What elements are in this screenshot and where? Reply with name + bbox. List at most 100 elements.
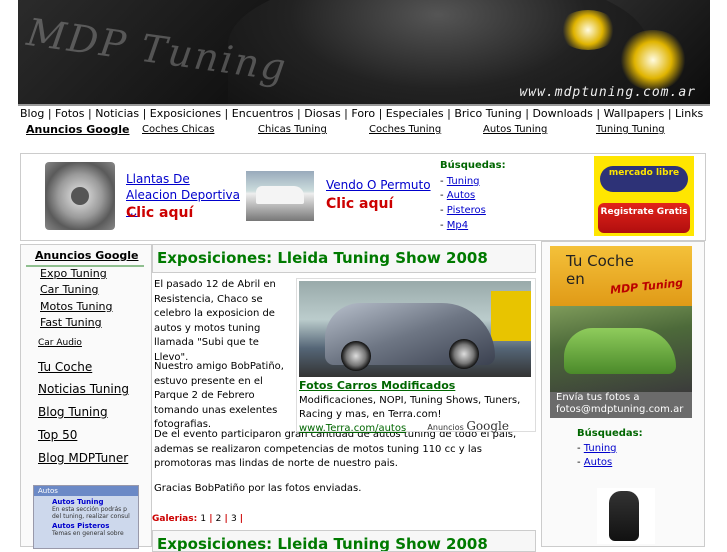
banner-text: Tu Coche: [566, 252, 634, 270]
ad-cta-1[interactable]: Clic aquí: [126, 205, 193, 221]
tu-coche-banner[interactable]: Tu Coche en MDP Tuning Envía tus fotos a…: [550, 246, 692, 418]
busqueda-item: - Autos: [577, 457, 613, 468]
nav-foro[interactable]: Foro: [351, 107, 375, 120]
busqueda-item: - Autos: [440, 190, 476, 201]
header-banner: MDP Tuning www.mdptuning.com.ar: [18, 0, 710, 106]
sidebar-ad-link[interactable]: Car Tuning: [40, 283, 98, 296]
sidebar-link[interactable]: Top 50: [38, 428, 77, 442]
gallery-pagination: Galerias: 1 | 2 | 3 |: [152, 514, 244, 524]
tuned-car-photo[interactable]: [299, 281, 531, 377]
busqueda-link[interactable]: Autos: [447, 190, 475, 201]
anuncios-google-badge[interactable]: Anuncios Google: [427, 419, 509, 433]
nav-separator: |: [44, 107, 56, 120]
wheel: [341, 341, 371, 371]
nav-links[interactable]: Links: [675, 107, 703, 120]
send-photos-text: Envía tus fotos a fotos@mdptuning.com.ar: [550, 392, 692, 418]
nav-separator: |: [664, 107, 676, 120]
busqueda-item: - Pisteros: [440, 205, 486, 216]
car-seat-image[interactable]: [597, 488, 655, 544]
nav-downloads[interactable]: Downloads: [532, 107, 592, 120]
ad-cta-2[interactable]: Clic aquí: [326, 196, 393, 212]
busqueda-link[interactable]: Tuning: [584, 443, 617, 454]
subnav-link[interactable]: Coches Tuning: [369, 124, 441, 135]
anuncios-google-label[interactable]: Anuncios Google: [26, 123, 129, 136]
sidebar-link[interactable]: Car Audio: [38, 338, 82, 348]
busqueda-link[interactable]: Autos: [584, 457, 612, 468]
article-title[interactable]: Exposiciones: Lleida Tuning Show 2008: [157, 249, 488, 267]
article-title-box: Exposiciones: Lleida Tuning Show 2008: [152, 244, 536, 273]
ad-strip: Llantas De Aleacion Deportiva ... Clic a…: [20, 153, 706, 241]
busqueda-link[interactable]: Mp4: [447, 220, 468, 231]
sidebar-link[interactable]: Tu Coche: [38, 360, 92, 374]
nav-blog[interactable]: Blog: [20, 107, 44, 120]
nav-separator: |: [521, 107, 533, 120]
nav-separator: |: [375, 107, 386, 120]
nav-separator: |: [293, 107, 305, 120]
sidebar-link[interactable]: Blog MDPTuner: [38, 451, 128, 465]
car-ad-image[interactable]: [246, 171, 314, 221]
headlight: [618, 30, 688, 90]
nav-separator: |: [443, 107, 455, 120]
banner-text: en: [566, 270, 585, 288]
subnav-link[interactable]: Tuning Tuning: [596, 124, 665, 135]
busqueda-link[interactable]: Pisteros: [447, 205, 486, 216]
subnav-link[interactable]: Autos Tuning: [483, 124, 547, 135]
nav-separator: |: [221, 107, 232, 120]
sidebar-ad-link[interactable]: Expo Tuning: [40, 267, 107, 280]
article-title-box: Exposiciones: Lleida Tuning Show 2008: [152, 530, 536, 552]
subnav-link[interactable]: Chicas Tuning: [258, 124, 327, 135]
thumb-header: Autos: [34, 486, 138, 496]
nav-noticias[interactable]: Noticias: [95, 107, 139, 120]
registrate-button[interactable]: Registrate Gratis: [598, 203, 690, 233]
wheel: [449, 339, 479, 369]
mercadolibre-logo: mercado libre: [600, 166, 688, 192]
forum-thumbnail[interactable]: Autos Autos Tuning En esta sección podrá…: [33, 485, 139, 549]
busqueda-item: - Tuning: [577, 443, 617, 454]
nav-separator: |: [340, 107, 352, 120]
sidebar-ad-link[interactable]: Motos Tuning: [40, 300, 113, 313]
photo-ad[interactable]: Fotos Carros Modificados Modificaciones,…: [296, 278, 536, 434]
mercadolibre-ad[interactable]: mercado libre Registrate Gratis: [594, 156, 694, 236]
green-car-image: [550, 306, 692, 392]
thumb-title: Autos Pisteros: [52, 522, 110, 530]
nav-diosas[interactable]: Diosas: [304, 107, 340, 120]
nav-fotos[interactable]: Fotos: [55, 107, 84, 120]
article-paragraph: Gracias BobPatiño por las fotos enviadas…: [154, 483, 362, 494]
sidebar-link[interactable]: Noticias Tuning: [38, 382, 129, 396]
article-paragraph: El pasado 12 de Abril en Resistencia, Ch…: [154, 279, 276, 363]
gallery-page-link[interactable]: 3: [231, 514, 237, 524]
left-sidebar: Anuncios Google Expo Tuning Car Tuning M…: [20, 244, 152, 549]
thumb-text: En esta sección podrás p del tuning, rea…: [52, 506, 130, 520]
anuncios-google-label[interactable]: Anuncios Google: [35, 249, 138, 262]
alloy-wheel-image[interactable]: [45, 162, 115, 230]
sub-navigation: Anuncios Google Coches Chicas Chicas Tun…: [20, 122, 710, 140]
ad-title-vendo[interactable]: Vendo O Permuto: [326, 178, 431, 192]
site-url: www.mdptuning.com.ar: [519, 85, 696, 100]
nav-exposiciones[interactable]: Exposiciones: [150, 107, 221, 120]
gallery-page-link[interactable]: 2: [216, 514, 222, 524]
subnav-link[interactable]: Coches Chicas: [142, 124, 214, 135]
thumb-text: Temas en general sobre: [52, 530, 124, 537]
sidebar-link[interactable]: Blog Tuning: [38, 405, 108, 419]
busquedas-title: Búsquedas:: [440, 160, 506, 171]
nav-wallpapers[interactable]: Wallpapers: [604, 107, 665, 120]
busqueda-item: - Mp4: [440, 220, 469, 231]
article-paragraph: Nuestro amigo BobPatiño, estuvo presente…: [154, 361, 284, 430]
photo-ad-caption[interactable]: Fotos Carros Modificados: [299, 379, 455, 392]
photo-ad-url[interactable]: www.Terra.com/autos: [299, 423, 406, 434]
nav-encuentros[interactable]: Encuentros: [232, 107, 294, 120]
busqueda-link[interactable]: Tuning: [447, 176, 480, 187]
nav-brico-tuning[interactable]: Brico Tuning: [454, 107, 521, 120]
nav-separator: |: [139, 107, 150, 120]
gallery-page-link[interactable]: 1: [200, 514, 206, 524]
nav-separator: |: [84, 107, 96, 120]
article-title[interactable]: Exposiciones: Lleida Tuning Show 2008: [157, 535, 488, 551]
background-car: [491, 291, 531, 341]
headlight: [558, 10, 618, 50]
busqueda-item: - Tuning: [440, 176, 480, 187]
thumb-title: Autos Tuning: [52, 498, 104, 506]
nav-especiales[interactable]: Especiales: [386, 107, 444, 120]
nav-separator: |: [592, 107, 604, 120]
sidebar-ad-link[interactable]: Fast Tuning: [40, 316, 102, 329]
busquedas-title: Búsquedas:: [577, 428, 643, 439]
